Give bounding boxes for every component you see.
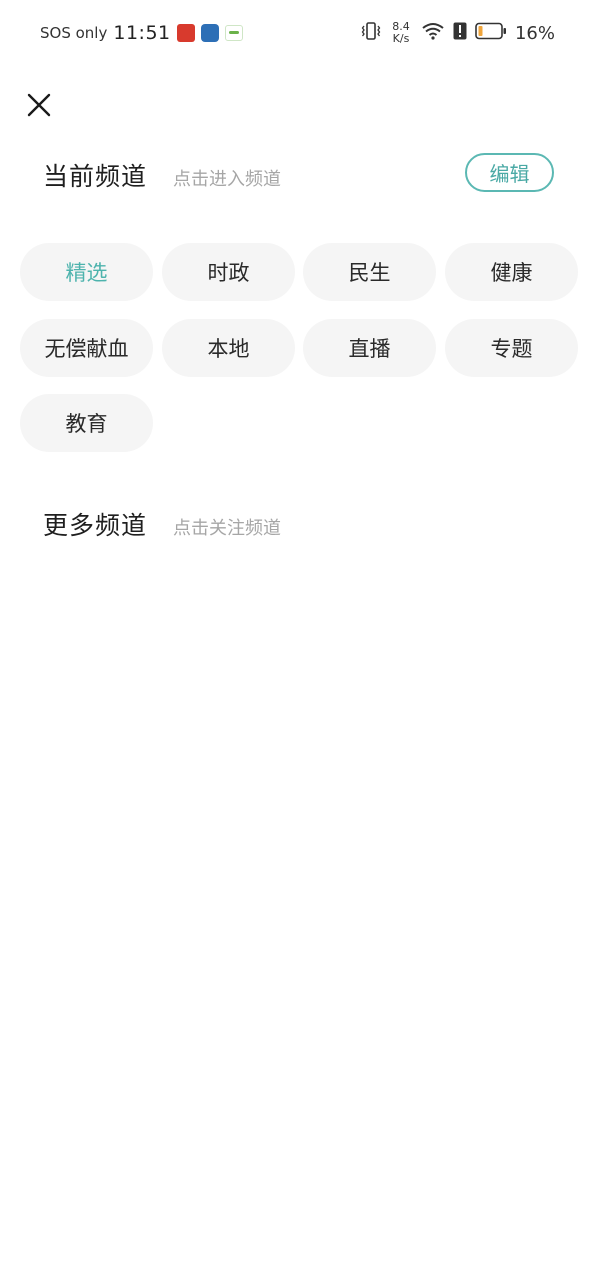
channel-chip[interactable]: 精选 <box>20 243 153 301</box>
edit-button[interactable]: 编辑 <box>465 153 554 192</box>
clock: 11:51 <box>113 22 171 44</box>
current-channels-title: 当前频道 <box>43 162 148 191</box>
channel-chip[interactable]: 时政 <box>162 243 295 301</box>
app-notification-icon <box>224 25 243 41</box>
channel-chip[interactable]: 本地 <box>162 319 295 377</box>
wifi-icon <box>421 21 445 45</box>
status-bar: SOS only 11:51 8.4 K/s 16% <box>0 0 591 66</box>
news-app-notification-icon <box>176 24 195 42</box>
channel-chip[interactable]: 直播 <box>303 319 436 377</box>
current-channels-header: 当前频道 点击进入频道 <box>43 157 281 193</box>
battery-percent: 16% <box>514 22 555 44</box>
more-channels-hint: 点击关注频道 <box>173 518 282 539</box>
more-channels-title: 更多频道 <box>43 511 148 540</box>
channel-chip[interactable]: 教育 <box>20 394 153 452</box>
channel-chip[interactable]: 民生 <box>303 243 436 301</box>
channel-chip[interactable]: 专题 <box>445 319 578 377</box>
battery-icon <box>475 22 507 44</box>
net-speed: 8.4 K/s <box>389 21 413 45</box>
channel-chip[interactable]: 健康 <box>445 243 578 301</box>
net-speed-unit: K/s <box>392 32 410 45</box>
channel-chip[interactable]: 无偿献血 <box>20 319 153 377</box>
more-channels-header: 更多频道 点击关注频道 <box>43 506 281 542</box>
carrier-label: SOS only <box>40 24 108 42</box>
close-button[interactable] <box>24 90 54 120</box>
vibrate-icon <box>361 21 381 45</box>
alert-icon <box>453 22 467 44</box>
status-left: SOS only 11:51 <box>40 20 249 46</box>
translate-app-notification-icon <box>200 24 219 42</box>
current-channels-hint: 点击进入频道 <box>173 169 282 190</box>
status-right: 8.4 K/s 16% <box>353 18 555 48</box>
close-icon <box>27 93 51 117</box>
